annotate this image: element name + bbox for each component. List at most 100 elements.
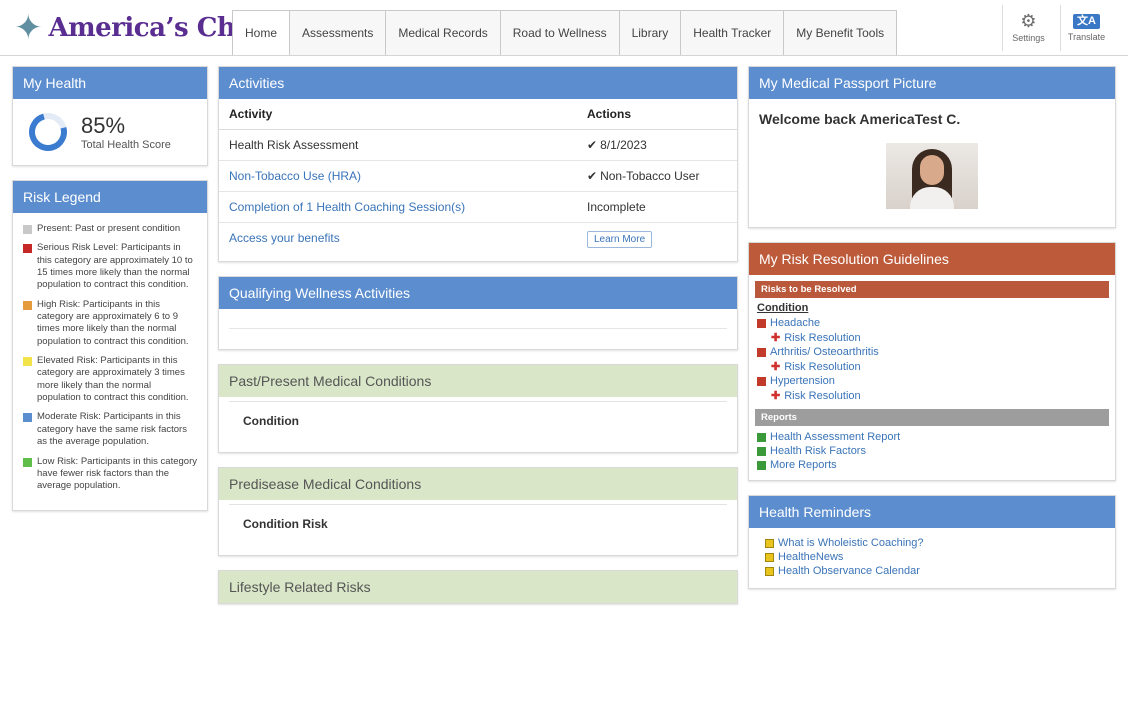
table-row: Health Risk Assessment ✔ 8/1/2023 [219,129,737,161]
risk-legend-title: Risk Legend [13,181,207,213]
legend-item: Low Risk: Participants in this category … [23,456,197,493]
learn-more-button[interactable]: Learn More [587,231,653,248]
gears-icon: ⚙ [1020,11,1037,31]
welcome-message: Welcome back AmericaTest C. [759,111,961,127]
health-reminders-title: Health Reminders [749,496,1115,528]
risk-legend-list: Present: Past or present condition Seriou… [13,213,207,510]
checkmark-icon: ✔ [587,169,598,183]
activity-cell: Health Risk Assessment [219,129,577,161]
condition-headache[interactable]: Headache [749,316,1115,330]
table-row: Completion of 1 Health Coaching Session(… [219,191,737,223]
plus-icon: ✚ [771,332,781,344]
header-tools: ⚙ Settings 文A Translate [1002,0,1128,55]
condition-arthritis[interactable]: Arthritis/ Osteoarthritis [749,345,1115,359]
legend-item: Elevated Risk: Participants in this cate… [23,355,197,404]
passport-title: My Medical Passport Picture [749,67,1115,99]
report-link[interactable]: Health Risk Factors [749,444,1115,458]
risk-legend-panel: Risk Legend Present: Past or present con… [12,180,208,511]
nav-assessments[interactable]: Assessments [289,10,387,55]
report-link[interactable]: More Reports [749,458,1115,472]
lifestyle-title: Lifestyle Related Risks [219,571,737,603]
health-score-label: Total Health Score [81,139,171,151]
my-health-title: My Health [13,67,207,99]
main-nav: Home Assessments Medical Records Road to… [232,10,898,55]
reminder-link[interactable]: What is Wholeistic Coaching? [757,536,1107,550]
profile-photo[interactable] [886,143,978,209]
legend-item: Moderate Risk: Participants in this cate… [23,411,197,448]
translate-button[interactable]: 文A Translate [1060,4,1112,51]
legend-swatch [23,357,32,367]
report-icon [757,446,766,456]
report-icon [757,460,766,470]
activity-link[interactable]: Access your benefits [219,223,577,254]
condition-risk-header: Condition Risk [229,504,727,555]
condition-heading: Condition [757,302,809,314]
activities-title: Activities [219,67,737,99]
star-logo-icon: ✦ [14,8,43,47]
legend-text: Moderate Risk: Participants in this cate… [37,411,187,448]
condition-hypertension[interactable]: Hypertension [749,374,1115,388]
activities-table: Activity Actions Health Risk Assessment … [219,99,737,253]
settings-button[interactable]: ⚙ Settings [1002,4,1054,51]
nav-library[interactable]: Library [618,10,682,55]
action-cell: 8/1/2023 [600,138,647,152]
report-icon [757,432,766,442]
reports-bar: Reports [755,409,1109,426]
document-icon [765,552,774,562]
document-icon [765,538,774,548]
left-column: My Health 85% Total Health Score Risk Le… [12,66,208,604]
passport-panel: My Medical Passport Picture Welcome back… [748,66,1116,228]
past-conditions-panel: Past/Present Medical Conditions Conditio… [218,364,738,453]
legend-text: Low Risk: Participants in this category … [37,455,197,492]
health-score: 85% Total Health Score [13,99,207,165]
activity-link[interactable]: Non-Tobacco Use (HRA) [219,160,577,192]
health-score-ring [22,106,74,158]
nav-home[interactable]: Home [232,10,291,55]
settings-label: Settings [1012,33,1045,43]
risks-to-resolve-bar: Risks to be Resolved [755,281,1109,298]
reminder-link[interactable]: Health Observance Calendar [757,564,1107,578]
activities-panel: Activities Activity Actions Health Risk … [218,66,738,262]
qualifying-panel: Qualifying Wellness Activities [218,276,738,350]
risk-resolution-link[interactable]: ✚ Risk Resolution [749,359,1115,374]
nav-road-to-wellness[interactable]: Road to Wellness [499,10,620,55]
risk-resolution-title: My Risk Resolution Guidelines [749,243,1115,275]
legend-swatch [23,457,32,467]
action-cell: Incomplete [577,191,737,223]
risk-resolution-link[interactable]: ✚ Risk Resolution [749,388,1115,403]
legend-swatch [23,413,32,423]
predisease-panel: Predisease Medical Conditions Condition … [218,467,738,556]
nav-medical-records[interactable]: Medical Records [385,10,501,55]
table-row: Access your benefits Learn More [219,223,737,254]
predisease-title: Predisease Medical Conditions [219,468,737,500]
legend-text: High Risk: Participants in this category… [37,298,189,347]
health-score-value: 85% [81,113,126,138]
app-header: ✦ America’s Choice Home Assessments Medi… [0,0,1128,56]
risk-square-icon [757,376,766,386]
activity-link[interactable]: Completion of 1 Health Coaching Session(… [219,191,577,223]
legend-swatch [23,225,32,234]
risk-resolution-link[interactable]: ✚ Risk Resolution [749,330,1115,345]
legend-text: Elevated Risk: Participants in this cate… [37,355,189,404]
actions-column-header: Actions [577,99,737,130]
middle-column: Activities Activity Actions Health Risk … [218,66,738,604]
condition-header: Condition [229,401,727,452]
nav-health-tracker[interactable]: Health Tracker [680,10,785,55]
qualifying-title: Qualifying Wellness Activities [219,277,737,309]
legend-text: Serious Risk Level: Participants in this… [37,242,193,291]
action-cell: Non-Tobacco User [600,169,700,183]
translate-icon: 文A [1073,13,1100,29]
reminder-link[interactable]: HealtheNews [757,550,1107,564]
nav-my-benefit-tools[interactable]: My Benefit Tools [783,10,898,55]
my-health-panel: My Health 85% Total Health Score [12,66,208,166]
table-row: Non-Tobacco Use (HRA) ✔ Non-Tobacco User [219,160,737,192]
report-link[interactable]: Health Assessment Report [749,430,1115,444]
legend-swatch [23,244,32,254]
checkmark-icon: ✔ [587,138,598,152]
legend-text: Present: Past or present condition [37,223,181,234]
lifestyle-panel: Lifestyle Related Risks [218,570,738,604]
document-icon [765,566,774,576]
logo[interactable]: ✦ America’s Choice [0,0,293,55]
plus-icon: ✚ [771,390,781,402]
empty-row [229,309,727,329]
